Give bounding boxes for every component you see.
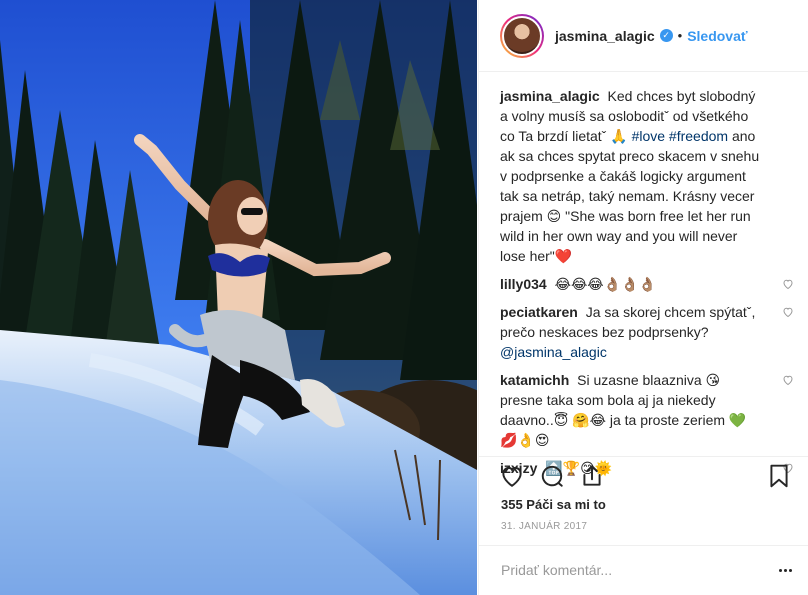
verified-badge-icon: ✓	[659, 29, 673, 42]
comment-list: jasmina_alagic Ked chces byt slobodný a …	[479, 72, 808, 478]
comment-username[interactable]: lilly034	[500, 276, 547, 292]
share-icon[interactable]	[579, 463, 605, 489]
comment-like-heart-icon[interactable]	[782, 278, 794, 290]
avatar-image	[502, 15, 542, 56]
comment-item: katamichh Si uzasne blaazniva 😘 presne t…	[500, 370, 793, 450]
comment-username[interactable]: katamichh	[500, 372, 569, 388]
more-options-icon[interactable]	[775, 560, 795, 580]
hashtag-love[interactable]: #love	[632, 128, 665, 144]
profile-avatar[interactable]	[500, 13, 544, 58]
post-actions-bar	[479, 456, 808, 496]
comment-item: lilly034 😂😂😂👌🏽👌🏽👌🏽	[500, 274, 793, 294]
post-photo[interactable]	[0, 0, 477, 595]
comment-mention[interactable]: @jasmina_alagic	[500, 344, 607, 360]
caption-username[interactable]: jasmina_alagic	[500, 88, 600, 104]
caption-text-2: ano ak sa chces spytat preco skacem v sn…	[500, 128, 760, 264]
likes-count[interactable]: 355 Páči sa mi to	[501, 497, 606, 512]
hashtag-freedom[interactable]: #freedom	[669, 128, 728, 144]
caption: jasmina_alagic Ked chces byt slobodný a …	[500, 86, 772, 266]
add-comment-section	[479, 545, 808, 595]
comment-icon[interactable]	[539, 463, 565, 489]
header-username[interactable]: jasmina_alagic	[555, 28, 655, 44]
post-header: jasmina_alagic ✓ • Sledovať	[479, 0, 808, 72]
comment-like-heart-icon[interactable]	[782, 306, 794, 318]
comment-username[interactable]: peciatkaren	[500, 304, 578, 320]
add-comment-input[interactable]	[501, 562, 741, 578]
photo-image	[0, 0, 477, 595]
header-separator: •	[677, 28, 683, 43]
comment-text: 😂😂😂👌🏽👌🏽👌🏽	[554, 276, 656, 292]
post-side-panel: jasmina_alagic ✓ • Sledovať jasmina_alag…	[478, 0, 808, 595]
comment-like-heart-icon[interactable]	[782, 374, 794, 386]
heart-icon[interactable]	[499, 463, 525, 489]
bookmark-icon[interactable]	[766, 463, 792, 489]
post-date[interactable]: 31. JANUÁR 2017	[501, 521, 587, 532]
follow-button[interactable]: Sledovať	[687, 28, 747, 44]
instagram-post-view: jasmina_alagic ✓ • Sledovať jasmina_alag…	[0, 0, 808, 595]
comment-item: peciatkaren Ja sa skorej chcem spýtatˇ, …	[500, 302, 793, 362]
